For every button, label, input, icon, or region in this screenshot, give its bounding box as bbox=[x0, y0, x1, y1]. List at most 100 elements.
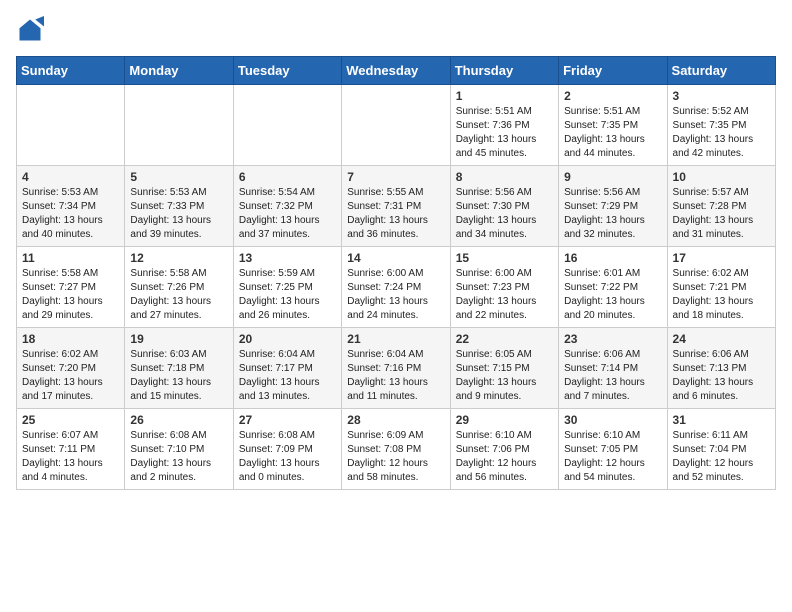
day-info: Sunrise: 6:10 AM Sunset: 7:06 PM Dayligh… bbox=[456, 429, 553, 485]
day-number: 8 bbox=[456, 170, 553, 184]
day-info: Sunrise: 6:08 AM Sunset: 7:09 PM Dayligh… bbox=[239, 429, 336, 485]
day-info: Sunrise: 5:56 AM Sunset: 7:30 PM Dayligh… bbox=[456, 186, 553, 242]
day-number: 1 bbox=[456, 89, 553, 103]
calendar-cell: 24 Sunrise: 6:06 AM Sunset: 7:13 PM Dayli… bbox=[667, 328, 775, 409]
day-number: 19 bbox=[130, 332, 227, 346]
calendar-cell: 21Sunrise: 6:04 AM Sunset: 7:16 PM Dayli… bbox=[342, 328, 450, 409]
calendar-cell: 7 Sunrise: 5:55 AM Sunset: 7:31 PM Daylig… bbox=[342, 166, 450, 247]
day-info: Sunrise: 6:00 AM Sunset: 7:23 PM Dayligh… bbox=[456, 267, 553, 323]
day-info: Sunrise: 6:03 AM Sunset: 7:18 PM Dayligh… bbox=[130, 348, 227, 404]
day-number: 16 bbox=[564, 251, 661, 265]
day-info: Sunrise: 6:01 AM Sunset: 7:22 PM Dayligh… bbox=[564, 267, 661, 323]
calendar-cell bbox=[17, 85, 125, 166]
calendar-cell: 30 Sunrise: 6:10 AM Sunset: 7:05 PM Dayli… bbox=[559, 409, 667, 490]
day-number: 27 bbox=[239, 413, 336, 427]
calendar-cell: 15 Sunrise: 6:00 AM Sunset: 7:23 PM Dayli… bbox=[450, 247, 558, 328]
calendar-cell: 29 Sunrise: 6:10 AM Sunset: 7:06 PM Dayli… bbox=[450, 409, 558, 490]
day-number: 14 bbox=[347, 251, 444, 265]
day-number: 6 bbox=[239, 170, 336, 184]
calendar-cell: 22 Sunrise: 6:05 AM Sunset: 7:15 PM Dayli… bbox=[450, 328, 558, 409]
calendar-cell: 6 Sunrise: 5:54 AM Sunset: 7:32 PM Daylig… bbox=[233, 166, 341, 247]
day-number: 31 bbox=[673, 413, 770, 427]
calendar-cell: 11 Sunrise: 5:58 AM Sunset: 7:27 PM Dayli… bbox=[17, 247, 125, 328]
day-info: Sunrise: 6:00 AM Sunset: 7:24 PM Dayligh… bbox=[347, 267, 444, 323]
calendar-cell: 3Sunrise: 5:52 AM Sunset: 7:35 PM Daylig… bbox=[667, 85, 775, 166]
calendar-cell: 19 Sunrise: 6:03 AM Sunset: 7:18 PM Dayli… bbox=[125, 328, 233, 409]
day-number: 5 bbox=[130, 170, 227, 184]
calendar-cell: 8 Sunrise: 5:56 AM Sunset: 7:30 PM Daylig… bbox=[450, 166, 558, 247]
calendar-cell: 31 Sunrise: 6:11 AM Sunset: 7:04 PM Dayli… bbox=[667, 409, 775, 490]
header-day-sunday: Sunday bbox=[17, 57, 125, 85]
calendar-cell bbox=[233, 85, 341, 166]
calendar-cell: 27 Sunrise: 6:08 AM Sunset: 7:09 PM Dayli… bbox=[233, 409, 341, 490]
calendar-cell: 13 Sunrise: 5:59 AM Sunset: 7:25 PM Dayli… bbox=[233, 247, 341, 328]
day-info: Sunrise: 6:09 AM Sunset: 7:08 PM Dayligh… bbox=[347, 429, 444, 485]
day-info: Sunrise: 5:54 AM Sunset: 7:32 PM Dayligh… bbox=[239, 186, 336, 242]
day-info: Sunrise: 6:06 AM Sunset: 7:14 PM Dayligh… bbox=[564, 348, 661, 404]
week-row-3: 11 Sunrise: 5:58 AM Sunset: 7:27 PM Dayli… bbox=[17, 247, 776, 328]
day-number: 21 bbox=[347, 332, 444, 346]
day-info: Sunrise: 5:57 AM Sunset: 7:28 PM Dayligh… bbox=[673, 186, 770, 242]
day-info: Sunrise: 5:51 AM Sunset: 7:35 PM Dayligh… bbox=[564, 105, 661, 161]
day-number: 10 bbox=[673, 170, 770, 184]
day-info: Sunrise: 5:52 AM Sunset: 7:35 PM Dayligh… bbox=[673, 105, 770, 161]
day-info: Sunrise: 6:10 AM Sunset: 7:05 PM Dayligh… bbox=[564, 429, 661, 485]
day-info: Sunrise: 6:05 AM Sunset: 7:15 PM Dayligh… bbox=[456, 348, 553, 404]
day-number: 22 bbox=[456, 332, 553, 346]
day-info: Sunrise: 5:53 AM Sunset: 7:33 PM Dayligh… bbox=[130, 186, 227, 242]
day-info: Sunrise: 5:55 AM Sunset: 7:31 PM Dayligh… bbox=[347, 186, 444, 242]
day-info: Sunrise: 6:07 AM Sunset: 7:11 PM Dayligh… bbox=[22, 429, 119, 485]
calendar-cell: 9Sunrise: 5:56 AM Sunset: 7:29 PM Daylig… bbox=[559, 166, 667, 247]
header-day-friday: Friday bbox=[559, 57, 667, 85]
page-header bbox=[16, 16, 776, 44]
day-number: 12 bbox=[130, 251, 227, 265]
day-number: 4 bbox=[22, 170, 119, 184]
calendar-cell: 10 Sunrise: 5:57 AM Sunset: 7:28 PM Dayli… bbox=[667, 166, 775, 247]
day-info: Sunrise: 5:59 AM Sunset: 7:25 PM Dayligh… bbox=[239, 267, 336, 323]
day-number: 29 bbox=[456, 413, 553, 427]
header-day-saturday: Saturday bbox=[667, 57, 775, 85]
day-number: 17 bbox=[673, 251, 770, 265]
day-number: 28 bbox=[347, 413, 444, 427]
day-number: 13 bbox=[239, 251, 336, 265]
day-number: 30 bbox=[564, 413, 661, 427]
day-number: 11 bbox=[22, 251, 119, 265]
calendar-cell: 28 Sunrise: 6:09 AM Sunset: 7:08 PM Dayli… bbox=[342, 409, 450, 490]
day-number: 23 bbox=[564, 332, 661, 346]
day-number: 7 bbox=[347, 170, 444, 184]
header-day-tuesday: Tuesday bbox=[233, 57, 341, 85]
calendar-cell: 18 Sunrise: 6:02 AM Sunset: 7:20 PM Dayli… bbox=[17, 328, 125, 409]
day-info: Sunrise: 6:04 AM Sunset: 7:17 PM Dayligh… bbox=[239, 348, 336, 404]
day-number: 15 bbox=[456, 251, 553, 265]
calendar-table: SundayMondayTuesdayWednesdayThursdayFrid… bbox=[16, 56, 776, 490]
day-info: Sunrise: 5:56 AM Sunset: 7:29 PM Dayligh… bbox=[564, 186, 661, 242]
day-number: 2 bbox=[564, 89, 661, 103]
day-number: 24 bbox=[673, 332, 770, 346]
day-info: Sunrise: 5:53 AM Sunset: 7:34 PM Dayligh… bbox=[22, 186, 119, 242]
day-number: 20 bbox=[239, 332, 336, 346]
day-number: 25 bbox=[22, 413, 119, 427]
day-info: Sunrise: 5:58 AM Sunset: 7:27 PM Dayligh… bbox=[22, 267, 119, 323]
day-number: 26 bbox=[130, 413, 227, 427]
day-info: Sunrise: 5:58 AM Sunset: 7:26 PM Dayligh… bbox=[130, 267, 227, 323]
header-day-monday: Monday bbox=[125, 57, 233, 85]
day-info: Sunrise: 5:51 AM Sunset: 7:36 PM Dayligh… bbox=[456, 105, 553, 161]
day-info: Sunrise: 6:11 AM Sunset: 7:04 PM Dayligh… bbox=[673, 429, 770, 485]
calendar-header-row: SundayMondayTuesdayWednesdayThursdayFrid… bbox=[17, 57, 776, 85]
header-day-wednesday: Wednesday bbox=[342, 57, 450, 85]
calendar-cell: 1 Sunrise: 5:51 AM Sunset: 7:36 PM Daylig… bbox=[450, 85, 558, 166]
day-number: 18 bbox=[22, 332, 119, 346]
calendar-cell: 5 Sunrise: 5:53 AM Sunset: 7:33 PM Daylig… bbox=[125, 166, 233, 247]
week-row-4: 18 Sunrise: 6:02 AM Sunset: 7:20 PM Dayli… bbox=[17, 328, 776, 409]
calendar-cell: 23 Sunrise: 6:06 AM Sunset: 7:14 PM Dayli… bbox=[559, 328, 667, 409]
week-row-5: 25 Sunrise: 6:07 AM Sunset: 7:11 PM Dayli… bbox=[17, 409, 776, 490]
day-info: Sunrise: 6:06 AM Sunset: 7:13 PM Dayligh… bbox=[673, 348, 770, 404]
calendar-cell: 25 Sunrise: 6:07 AM Sunset: 7:11 PM Dayli… bbox=[17, 409, 125, 490]
calendar-cell: 16 Sunrise: 6:01 AM Sunset: 7:22 PM Dayli… bbox=[559, 247, 667, 328]
day-info: Sunrise: 6:08 AM Sunset: 7:10 PM Dayligh… bbox=[130, 429, 227, 485]
calendar-cell: 4 Sunrise: 5:53 AM Sunset: 7:34 PM Daylig… bbox=[17, 166, 125, 247]
calendar-cell: 20 Sunrise: 6:04 AM Sunset: 7:17 PM Dayli… bbox=[233, 328, 341, 409]
calendar-cell: 17Sunrise: 6:02 AM Sunset: 7:21 PM Dayli… bbox=[667, 247, 775, 328]
calendar-cell: 14 Sunrise: 6:00 AM Sunset: 7:24 PM Dayli… bbox=[342, 247, 450, 328]
day-info: Sunrise: 6:02 AM Sunset: 7:20 PM Dayligh… bbox=[22, 348, 119, 404]
